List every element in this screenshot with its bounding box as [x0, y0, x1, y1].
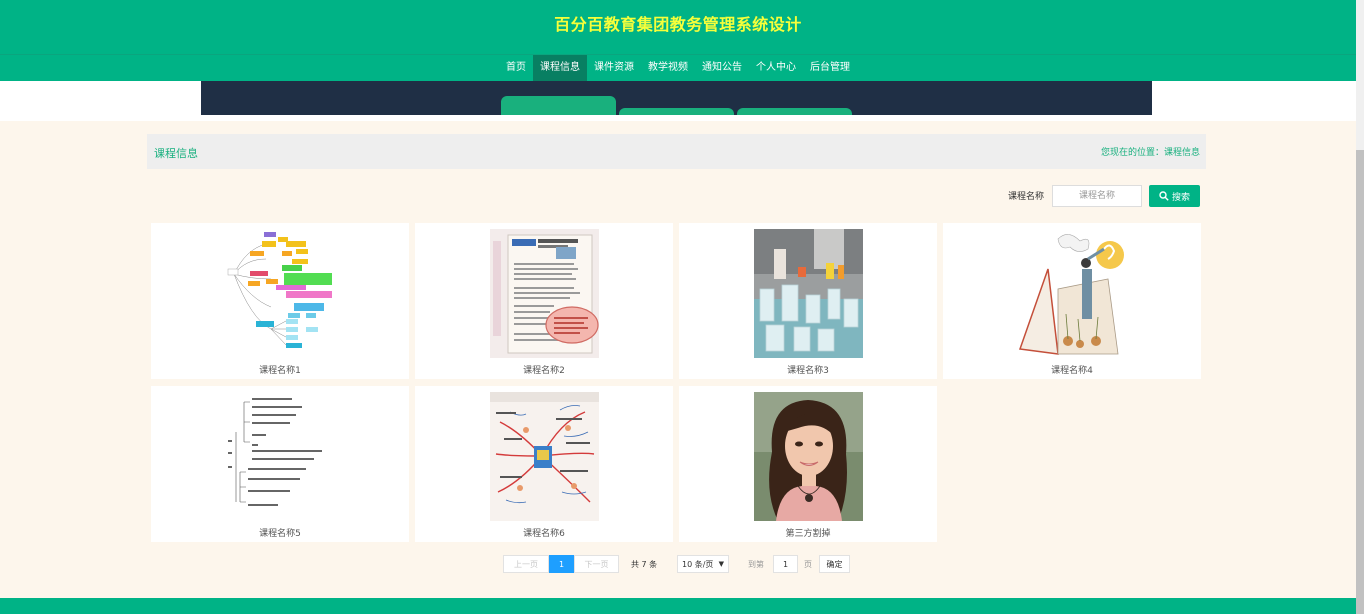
search-icon: [1159, 191, 1169, 201]
course-grid: 课程名称1 课程名称2 课程名称3 课程名称4 课程名称5 课程名称6 第三方割…: [151, 223, 1201, 542]
nav-item-course-info[interactable]: 课程信息: [533, 55, 587, 81]
course-card[interactable]: 课程名称4: [943, 223, 1201, 379]
site-header: 百分百教育集团教务管理系统设计: [0, 0, 1356, 54]
prev-page-button[interactable]: 上一页: [503, 555, 549, 573]
course-card[interactable]: 课程名称6: [415, 386, 673, 542]
course-image-laboratory: [754, 229, 863, 358]
page-size-select[interactable]: 10 条/页 ▼: [677, 555, 729, 573]
next-page-button[interactable]: 下一页: [574, 555, 619, 573]
search-label: 课程名称: [1008, 192, 1045, 202]
course-image-outline: [226, 392, 335, 521]
course-card[interactable]: 课程名称3: [679, 223, 937, 379]
total-count: 共 7 条: [631, 559, 658, 569]
page-scrollbar[interactable]: [1356, 0, 1364, 614]
main-nav: 首页 课程信息 课件资源 教学视频 通知公告 个人中心 后台管理: [0, 54, 1356, 81]
course-card[interactable]: 课程名称1: [151, 223, 409, 379]
course-title: 课程名称2: [523, 366, 565, 376]
course-title: 课程名称3: [787, 366, 829, 376]
current-location: 您现在的位置：课程信息: [1100, 148, 1200, 158]
goto-confirm-button[interactable]: 确定: [819, 555, 850, 573]
course-image-hand-drawn-map: [490, 392, 599, 521]
banner-carousel[interactable]: [201, 81, 1152, 115]
search-button[interactable]: 搜索: [1149, 185, 1200, 207]
course-image-textbook: [490, 229, 599, 358]
goto-label: 到第: [748, 559, 764, 569]
course-card[interactable]: 课程名称2: [415, 223, 673, 379]
page-title: 课程信息: [154, 147, 198, 160]
search-button-label: 搜索: [1171, 191, 1190, 202]
course-title: 课程名称6: [523, 529, 565, 539]
page-unit-label: 页: [804, 559, 812, 569]
banner-tab[interactable]: [501, 96, 616, 115]
course-title: 课程名称4: [1051, 366, 1093, 376]
chevron-down-icon: ▼: [718, 560, 724, 568]
search-input[interactable]: [1052, 185, 1142, 207]
page-button-current[interactable]: 1: [549, 555, 574, 573]
banner-tab[interactable]: [619, 108, 734, 115]
scrollbar-thumb[interactable]: [1356, 150, 1364, 614]
breadcrumb: 课程信息 您现在的位置：课程信息: [147, 134, 1206, 169]
course-title: 第三方割掉: [785, 529, 831, 539]
nav-item-courseware[interactable]: 课件资源: [587, 55, 641, 81]
banner-tab[interactable]: [737, 108, 852, 115]
course-card[interactable]: 第三方割掉: [679, 386, 937, 542]
nav-item-videos[interactable]: 教学视频: [641, 55, 695, 81]
nav-item-admin[interactable]: 后台管理: [803, 55, 857, 81]
course-image-mind-map: [226, 229, 335, 358]
goto-page-input[interactable]: 1: [773, 555, 798, 573]
course-image-illustration: [1018, 229, 1127, 358]
nav-item-home[interactable]: 首页: [499, 55, 533, 81]
page-size-value: 10 条/页: [682, 559, 714, 569]
site-title: 百分百教育集团教务管理系统设计: [554, 15, 802, 34]
course-title: 课程名称5: [259, 529, 301, 539]
nav-item-personal-center[interactable]: 个人中心: [749, 55, 803, 81]
course-image-portrait: [754, 392, 863, 521]
nav-item-announcements[interactable]: 通知公告: [695, 55, 749, 81]
course-title: 课程名称1: [259, 366, 301, 376]
course-card[interactable]: 课程名称5: [151, 386, 409, 542]
site-footer: [0, 598, 1356, 614]
